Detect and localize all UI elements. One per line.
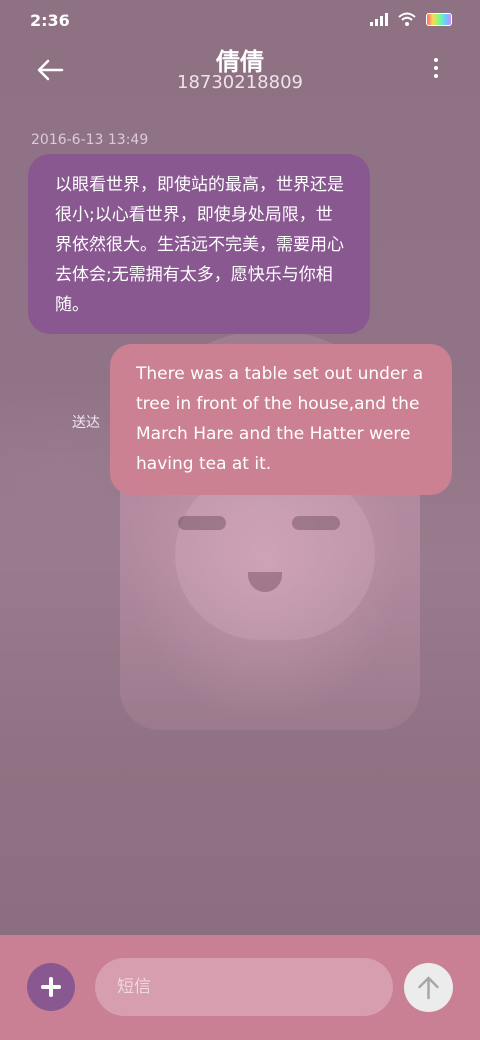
contact-phone-number: 18730218809 bbox=[177, 72, 303, 93]
message-input[interactable] bbox=[95, 958, 393, 1016]
arrow-up-icon bbox=[418, 976, 439, 1000]
wallpaper-eye bbox=[292, 516, 340, 530]
wallpaper-eye bbox=[178, 516, 226, 530]
status-time: 2:36 bbox=[30, 11, 70, 30]
signal-icon bbox=[370, 12, 388, 26]
delivery-status: 送达 bbox=[72, 415, 100, 431]
conversation-header: 倩倩 18730218809 bbox=[0, 42, 480, 112]
status-bar: 2:36 bbox=[0, 0, 480, 42]
incoming-message-bubble[interactable]: 以眼看世界，即使站的最高，世界还是很小;以心看世界，即使身处局限，世界依然很大。… bbox=[28, 154, 370, 334]
wifi-icon bbox=[398, 12, 416, 26]
message-timestamp: 2016-6-13 13:49 bbox=[31, 132, 149, 148]
more-options-icon[interactable] bbox=[428, 56, 444, 82]
outgoing-message-text: There was a table set out under a tree i… bbox=[136, 364, 424, 474]
add-attachment-button[interactable] bbox=[27, 963, 75, 1011]
send-button[interactable] bbox=[404, 963, 453, 1012]
status-icons bbox=[370, 12, 452, 26]
outgoing-message-bubble[interactable]: There was a table set out under a tree i… bbox=[110, 344, 452, 495]
wallpaper-face bbox=[175, 470, 375, 640]
incoming-message-text: 以眼看世界，即使站的最高，世界还是很小;以心看世界，即使身处局限，世界依然很大。… bbox=[55, 175, 344, 315]
battery-icon bbox=[426, 12, 452, 26]
